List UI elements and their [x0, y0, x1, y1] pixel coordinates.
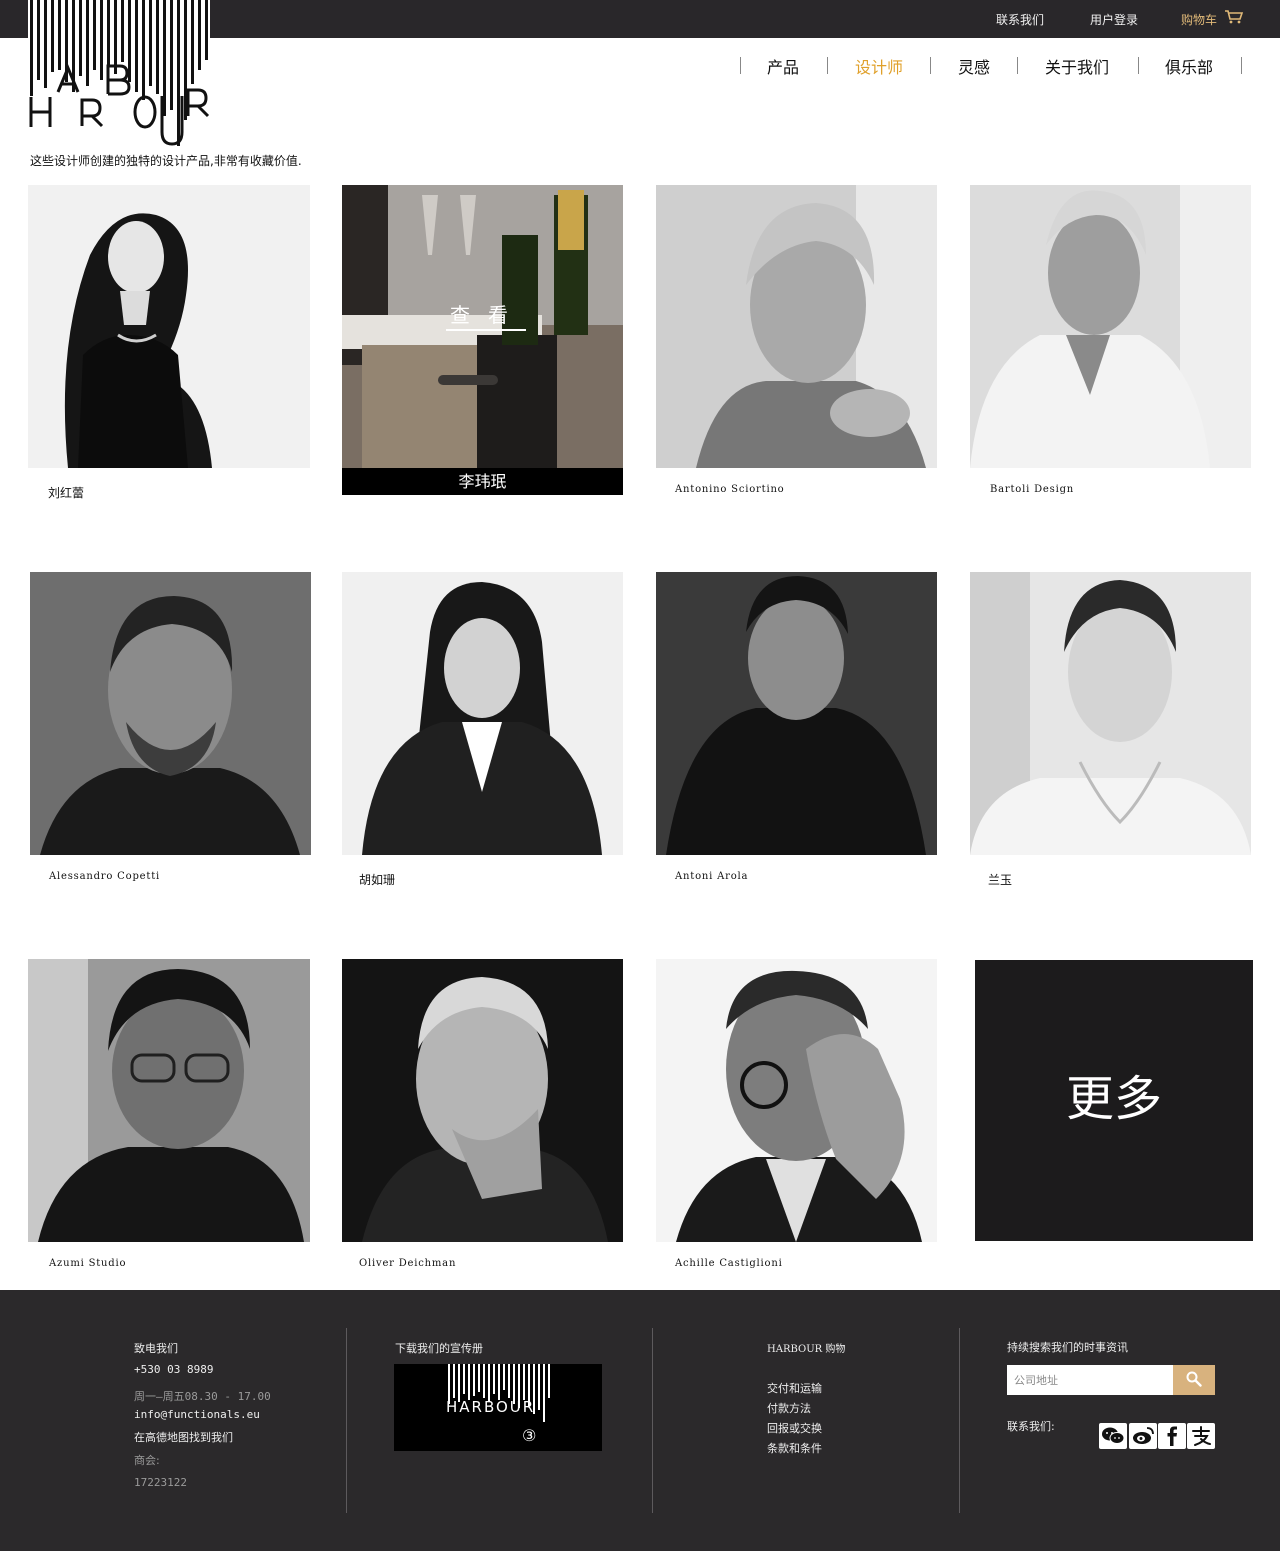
footer-divider	[959, 1328, 960, 1513]
newsletter-search-input[interactable]	[1007, 1365, 1173, 1395]
nav-divider	[827, 57, 828, 74]
designer-card[interactable]	[28, 959, 310, 1242]
nav-divider	[1017, 57, 1018, 74]
designer-name[interactable]: 胡如珊	[359, 871, 395, 888]
designer-name[interactable]: Azumi Studio	[49, 1258, 126, 1269]
harbour-logo[interactable]	[28, 0, 210, 148]
designer-name-bar[interactable]: 李玮珉	[342, 468, 623, 495]
brochure-logo-text: HARBOUR	[446, 1398, 536, 1416]
cart-link[interactable]: 购物车	[1181, 11, 1217, 28]
designer-photo	[30, 572, 311, 855]
designer-photo	[28, 185, 310, 468]
footer: 致电我们 +530 03 8989 周一—周五08.30 - 17.00 inf…	[0, 1290, 1280, 1551]
view-overlay-label[interactable]: 查看	[446, 299, 526, 331]
designer-card[interactable]	[30, 572, 312, 855]
designer-card[interactable]	[970, 185, 1252, 468]
designer-photo	[656, 572, 937, 855]
designer-name[interactable]: Bartoli Design	[990, 484, 1074, 495]
footer-divider	[346, 1328, 347, 1513]
shopping-cart-icon[interactable]	[1224, 9, 1244, 25]
weibo-icon[interactable]	[1129, 1423, 1157, 1449]
chamber-label: 商会:	[134, 1454, 160, 1467]
search-icon	[1186, 1371, 1202, 1387]
more-designers-button[interactable]: 更多	[975, 960, 1253, 1241]
designer-card[interactable]	[970, 572, 1252, 855]
designer-card[interactable]	[28, 185, 310, 468]
phone-title: 致电我们	[134, 1342, 178, 1355]
designer-photo	[970, 185, 1251, 468]
designer-photo	[28, 959, 310, 1242]
nav-item-club[interactable]: 俱乐部	[1165, 54, 1213, 78]
designer-card[interactable]	[342, 572, 624, 855]
designer-name[interactable]: Oliver Deichman	[359, 1258, 456, 1269]
search-button[interactable]	[1173, 1365, 1215, 1395]
nav-divider	[1138, 57, 1139, 74]
shop-link-returns[interactable]: 回报或交换	[767, 1420, 822, 1436]
nav-item-about[interactable]: 关于我们	[1045, 54, 1109, 78]
designer-name[interactable]: Antoni Arola	[675, 871, 748, 882]
designer-name[interactable]: Achille Castiglioni	[675, 1258, 783, 1269]
designer-name[interactable]: Alessandro Copetti	[49, 871, 160, 882]
shop-link-delivery[interactable]: 交付和运输	[767, 1380, 822, 1396]
shop-link-payment[interactable]: 付款方法	[767, 1400, 811, 1416]
nav-item-designers[interactable]: 设计师	[855, 54, 903, 78]
designer-card[interactable]	[656, 572, 938, 855]
designer-photo	[970, 572, 1251, 855]
contact-link[interactable]: 联系我们	[996, 11, 1044, 28]
footer-divider	[652, 1328, 653, 1513]
opening-hours: 周一—周五08.30 - 17.00	[134, 1390, 271, 1403]
brochure-title: 下载我们的宣传册	[395, 1342, 483, 1355]
follow-label: 联系我们:	[1007, 1420, 1055, 1433]
chamber-number: 17223122	[134, 1476, 187, 1489]
designer-card[interactable]	[656, 959, 938, 1242]
shop-title: HARBOUR 购物	[767, 1344, 846, 1355]
nav-divider	[740, 57, 741, 74]
designer-card[interactable]	[656, 185, 938, 468]
nav-divider	[930, 57, 931, 74]
map-link[interactable]: 在高德地图找到我们	[134, 1429, 233, 1445]
wechat-icon[interactable]	[1099, 1423, 1127, 1449]
nav-item-products[interactable]: 产品	[767, 54, 799, 78]
login-link[interactable]: 用户登录	[1090, 11, 1138, 28]
designer-name[interactable]: 刘红蕾	[48, 484, 84, 501]
facebook-icon[interactable]	[1158, 1423, 1186, 1449]
designer-photo	[656, 959, 937, 1242]
nav-divider	[1241, 57, 1242, 74]
alipay-icon[interactable]	[1187, 1423, 1215, 1449]
email-link[interactable]: info@functionals.eu	[134, 1408, 260, 1421]
designer-photo	[342, 959, 623, 1242]
designer-photo	[342, 572, 623, 855]
designer-name[interactable]: 兰玉	[988, 871, 1012, 888]
designer-photo	[656, 185, 937, 468]
brochure-download[interactable]: HARBOUR ③	[394, 1364, 602, 1451]
news-title: 持续搜索我们的时事资讯	[1007, 1341, 1128, 1354]
intro-text: 这些设计师创建的独特的设计产品,非常有收藏价值.	[30, 154, 302, 168]
brochure-issue: ③	[522, 1426, 537, 1445]
phone-number[interactable]: +530 03 8989	[134, 1363, 213, 1376]
designer-card[interactable]: 查看 李玮珉	[342, 185, 624, 495]
designer-card[interactable]	[342, 959, 624, 1242]
designer-name[interactable]: Antonino Sciortino	[675, 484, 785, 495]
shop-link-terms[interactable]: 条款和条件	[767, 1440, 822, 1456]
nav-item-inspiration[interactable]: 灵感	[958, 54, 990, 78]
